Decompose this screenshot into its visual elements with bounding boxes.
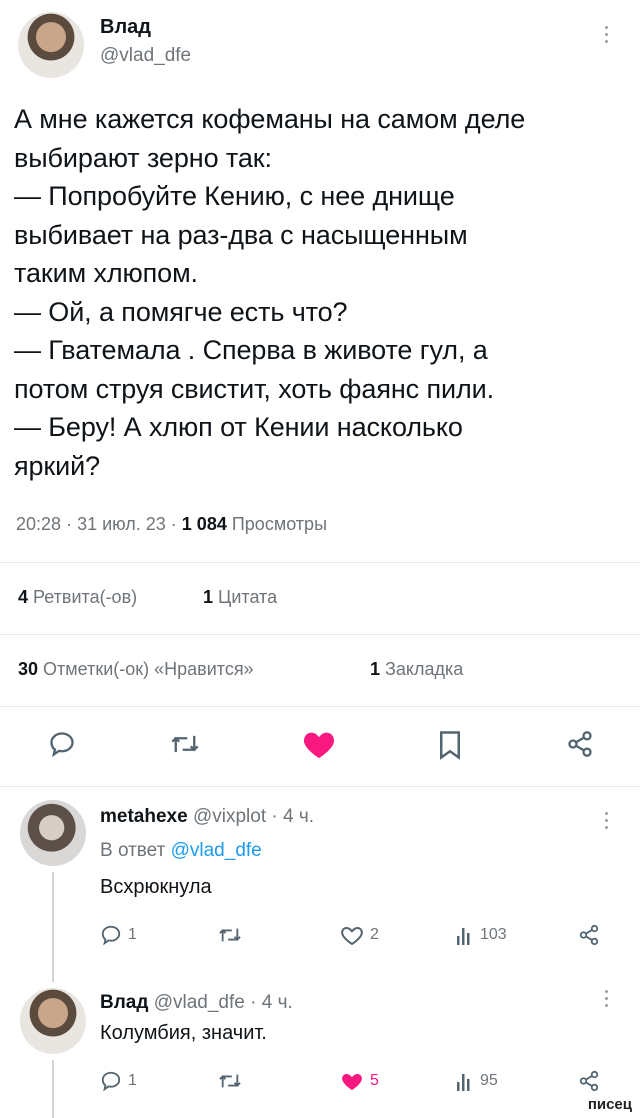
reply-header: metahexe @vixplot · 4 ч. (100, 806, 314, 828)
views-icon (457, 1074, 470, 1091)
reply-author-handle[interactable]: @vixplot (193, 806, 266, 827)
quotes-label: Цитата (218, 587, 278, 607)
reply-age[interactable]: 4 ч. (283, 806, 314, 827)
bookmarks-stat[interactable]: 1 Закладка (370, 659, 463, 680)
likes-count: 30 (18, 659, 39, 679)
retweets-label: Ретвита(-ов) (33, 587, 138, 607)
author-avatar[interactable] (18, 12, 84, 78)
meta-separator: · (250, 992, 257, 1013)
reply-views-button[interactable]: 103 (456, 924, 507, 946)
reply-comment-button[interactable]: 1 (100, 924, 137, 946)
more-icon[interactable] (605, 812, 609, 833)
share-icon (579, 924, 599, 946)
reply-comment-count: 1 (128, 1072, 137, 1089)
reply-like-button[interactable]: 5 (340, 1070, 379, 1092)
meta-separator: · (271, 806, 278, 827)
reply-like-count: 5 (370, 1072, 379, 1089)
quotes-stat[interactable]: 1 Цитата (203, 587, 277, 608)
bookmark-button[interactable] (437, 730, 463, 760)
retweets-stat[interactable]: 4 Ретвита(-ов) (18, 587, 137, 608)
share-icon (579, 1070, 599, 1092)
reply-context-prefix: В ответ (100, 840, 166, 861)
reply-author-name[interactable]: metahexe (100, 806, 188, 827)
share-icon (568, 731, 592, 757)
heart-icon (341, 926, 363, 946)
author-name[interactable]: Влад (100, 16, 151, 39)
reply-like-count: 2 (370, 926, 379, 943)
reply-text: Всхрюкнула (100, 876, 212, 898)
retweet-icon (219, 928, 241, 942)
likes-label: Отметки(-ок) «Нравится» (43, 659, 254, 679)
retweets-count: 4 (18, 587, 29, 607)
bookmarks-count: 1 (370, 659, 381, 679)
retweet-button[interactable] (170, 730, 200, 758)
reply-icon (50, 732, 74, 758)
share-button[interactable] (566, 730, 594, 758)
post-time[interactable]: 20:28 (16, 514, 61, 534)
thread-line (52, 872, 54, 982)
reply-context: В ответ @vlad_dfe (100, 840, 262, 862)
divider (0, 706, 640, 707)
like-button[interactable] (302, 728, 336, 760)
thread-line (52, 1060, 54, 1118)
reply-views-count: 95 (480, 1072, 498, 1089)
reply-text: Колумбия, значит. (100, 1022, 267, 1044)
reply-avatar[interactable] (20, 988, 86, 1054)
reply-context-handle[interactable]: @vlad_dfe (171, 840, 262, 861)
post-text: А мне кажется кофеманы на самом деле выб… (14, 104, 526, 481)
watermark: писец (585, 1096, 634, 1113)
author-handle[interactable]: @vlad_dfe (100, 45, 191, 67)
post-meta: 20:28 · 31 июл. 23 · 1 084 Просмотры (16, 514, 327, 535)
reply-age[interactable]: 4 ч. (262, 992, 293, 1013)
retweet-icon (219, 1074, 241, 1088)
likes-stat[interactable]: 30 Отметки(-ок) «Нравится» (18, 659, 254, 680)
views-count: 1 084 (181, 514, 227, 534)
reply-views-count: 103 (480, 926, 507, 943)
reply-share-button[interactable] (578, 924, 600, 946)
more-icon[interactable] (605, 26, 609, 47)
bookmark-icon (440, 731, 460, 760)
reply-icon (101, 1071, 121, 1092)
views-label: Просмотры (231, 514, 328, 534)
reply-avatar[interactable] (20, 800, 86, 866)
reply-author-name[interactable]: Влад (100, 992, 148, 1013)
heart-icon (342, 1074, 362, 1090)
reply-button[interactable] (48, 730, 76, 758)
meta-separator: · (66, 514, 78, 534)
reply-author-handle[interactable]: @vlad_dfe (154, 992, 245, 1013)
divider (0, 634, 640, 635)
reply-comment-count: 1 (128, 926, 137, 943)
divider (0, 786, 640, 787)
reply-views-button[interactable]: 95 (456, 1070, 498, 1092)
retweet-icon (171, 735, 199, 753)
reply-like-button[interactable]: 2 (340, 924, 379, 946)
reply-header: Влад @vlad_dfe · 4 ч. (100, 992, 293, 1014)
bookmarks-label: Закладка (385, 659, 464, 679)
views-icon (457, 928, 470, 945)
reply-retweet-button[interactable] (218, 924, 248, 946)
divider (0, 562, 640, 563)
reply-retweet-button[interactable] (218, 1070, 248, 1092)
meta-separator: · (170, 514, 182, 534)
quotes-count: 1 (203, 587, 214, 607)
heart-icon (303, 732, 335, 759)
reply-share-button[interactable] (578, 1070, 600, 1092)
reply-icon (101, 925, 121, 946)
reply-comment-button[interactable]: 1 (100, 1070, 137, 1092)
post-date[interactable]: 31 июл. 23 (77, 514, 166, 534)
more-icon[interactable] (605, 990, 609, 1011)
